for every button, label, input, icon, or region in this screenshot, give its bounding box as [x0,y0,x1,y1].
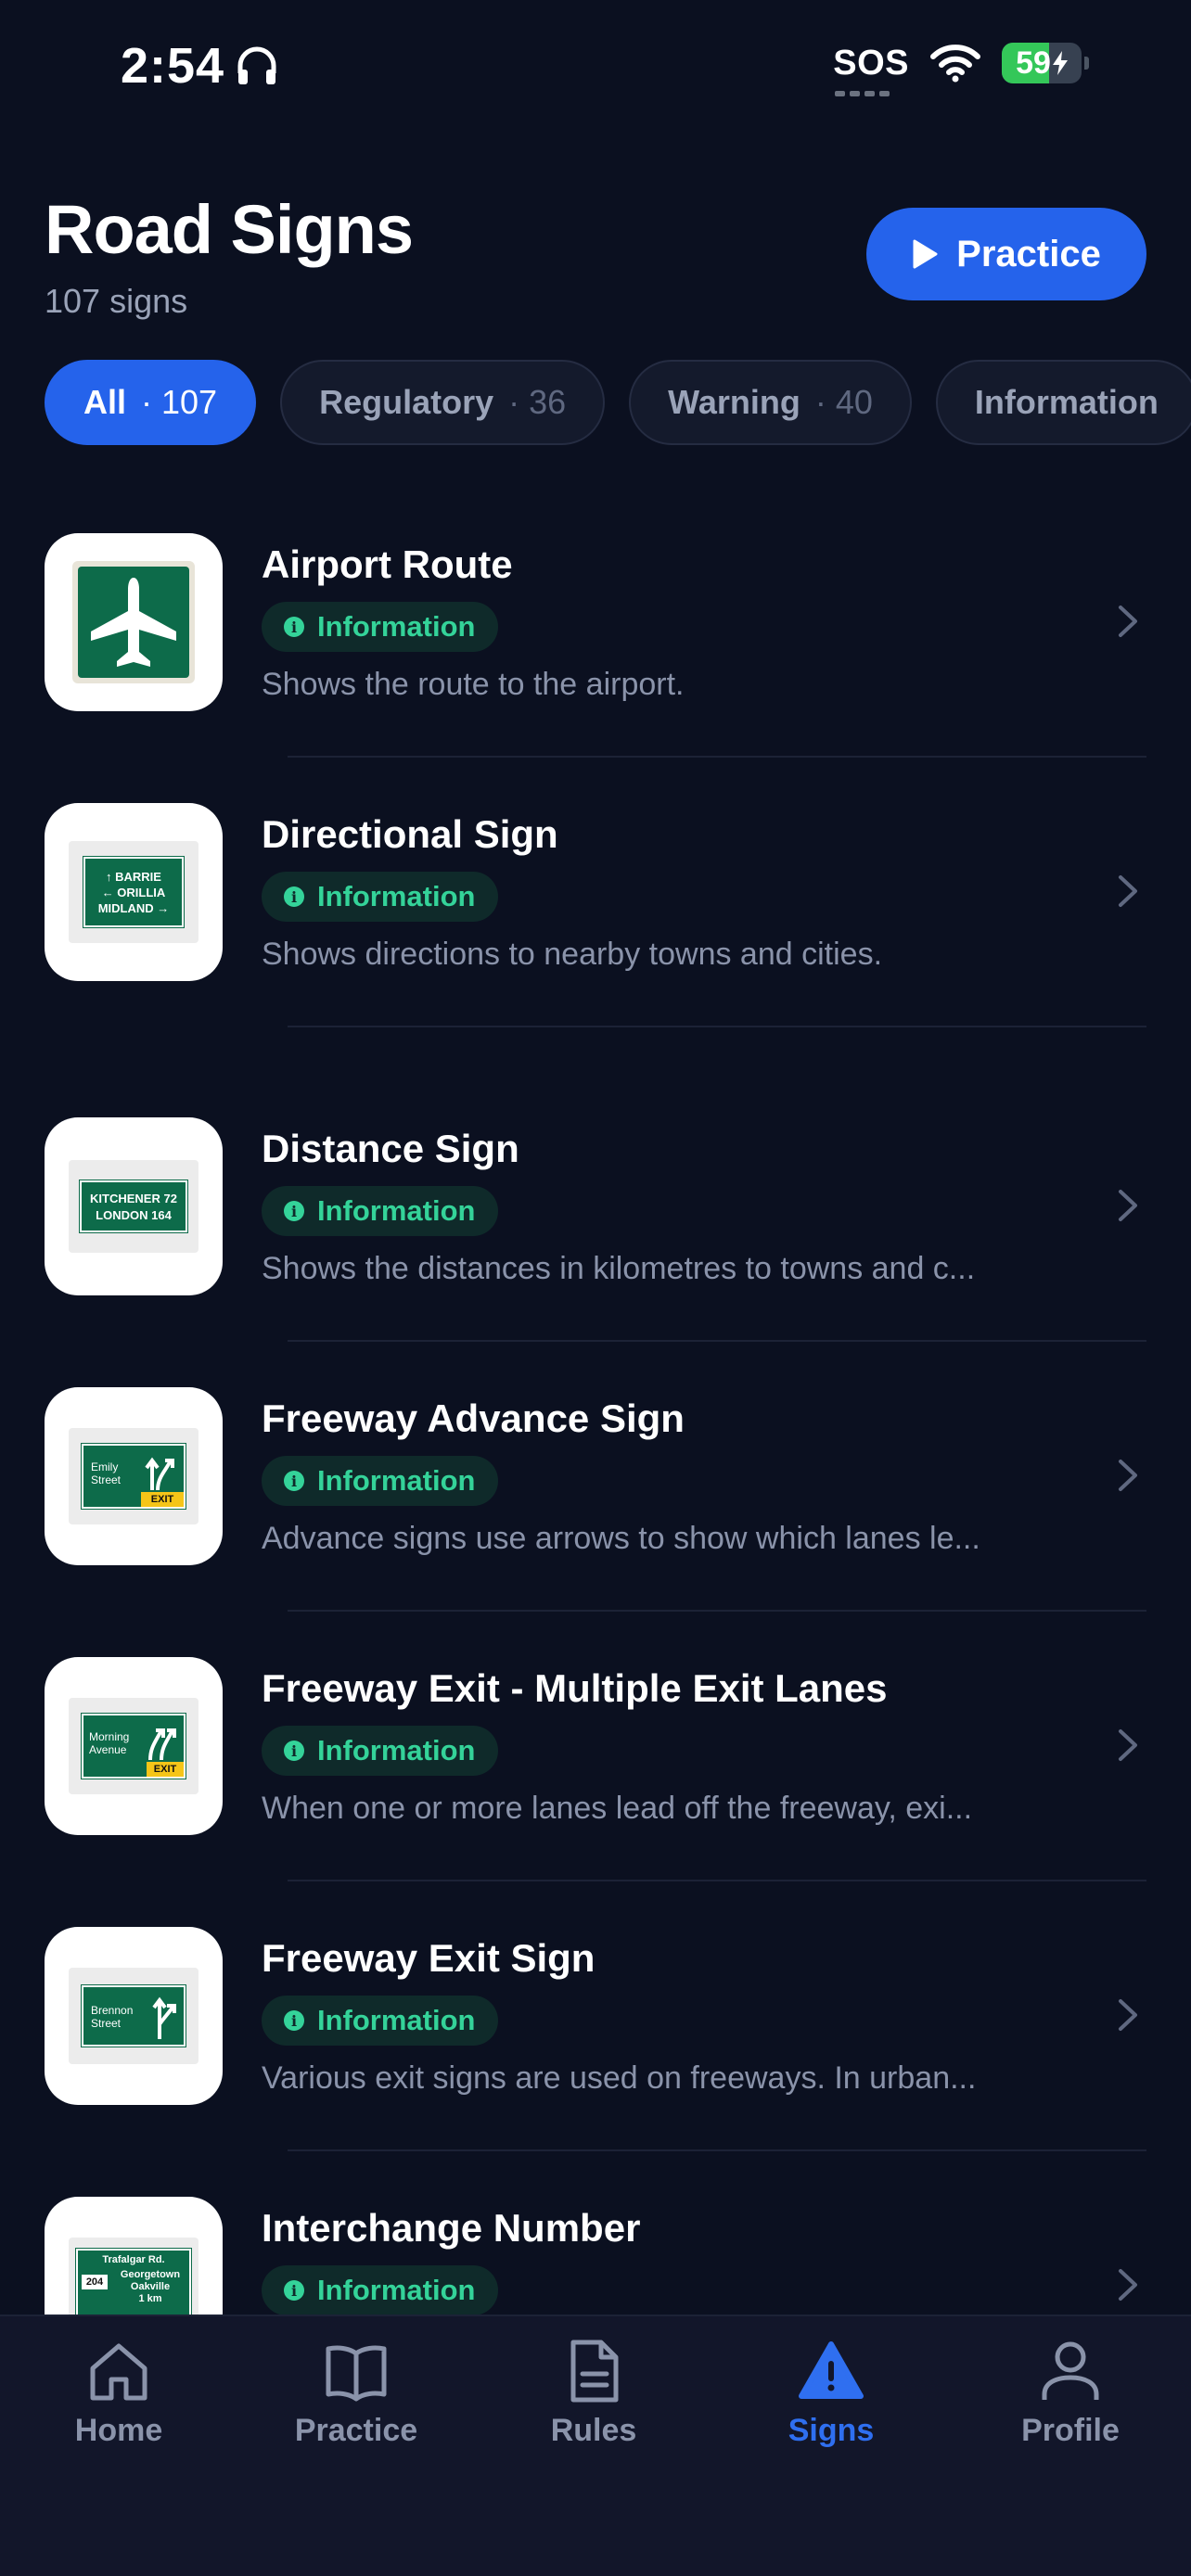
chevron-right-icon [1119,1460,1137,1491]
list-item[interactable]: Airport Route i Information Shows the ro… [0,533,1191,802]
chip-count: · 107 [141,383,218,421]
sign-description: Shows directions to nearby towns and cit… [262,937,883,972]
chevron-right-icon [1119,875,1137,907]
sign-thumbnail: Brennon Street [45,1927,223,2105]
sign-description: Advance signs use arrows to show which l… [262,1521,980,1556]
sign-description: Shows the route to the airport. [262,667,685,702]
filter-chip-regulatory[interactable]: Regulatory · 36 [280,360,606,445]
divider [288,756,1146,758]
filter-chip-information[interactable]: Information [935,360,1191,445]
freeway-advance-sign-icon: Emily Street EXIT [81,1443,186,1510]
sign-title: Freeway Exit - Multiple Exit Lanes [262,1666,888,1710]
battery-level: 59 [1016,45,1051,81]
info-icon: i [284,886,304,907]
book-icon [326,2345,387,2402]
practice-button[interactable]: Practice [866,208,1146,300]
divider [288,2149,1146,2151]
info-icon: i [284,617,304,637]
chip-count: · 36 [508,383,567,421]
info-icon: i [284,2280,304,2301]
charging-bolt-icon [1052,51,1068,75]
chevron-right-icon [1119,1190,1137,1221]
filter-chip-warning[interactable]: Warning · 40 [629,360,912,445]
list-item[interactable]: KITCHENER 72 LONDON 164 Distance Sign i … [0,1117,1191,1386]
divider [288,1880,1146,1881]
sign-title: Directional Sign [262,812,558,856]
sos-indicator: SOS [833,44,909,96]
divider [288,1026,1146,1027]
sign-title: Airport Route [262,542,513,586]
info-icon: i [284,2010,304,2031]
category-filter-bar: All · 107 Regulatory · 36 Warning · 40 I… [45,360,1191,445]
chip-count: · 40 [814,383,873,421]
headphones-icon [237,46,276,84]
category-badge: i Information [262,1726,498,1776]
chevron-right-icon [1119,2269,1137,2301]
tab-rules[interactable]: Rules [492,2339,696,2468]
list-item[interactable]: ↑ BARRIE ← ORILLIA MIDLAND → Directional… [0,803,1191,1072]
distance-sign-icon: KITCHENER 72 LONDON 164 [79,1180,188,1233]
warning-icon [799,2341,864,2399]
sign-description: When one or more lanes lead off the free… [262,1791,973,1826]
category-badge: i Information [262,2265,498,2315]
sign-thumbnail: KITCHENER 72 LONDON 164 [45,1117,223,1295]
sign-thumbnail: ↑ BARRIE ← ORILLIA MIDLAND → [45,803,223,981]
divider [288,1610,1146,1612]
airplane-sign-icon [72,561,195,683]
chevron-right-icon [1119,1999,1137,2031]
chevron-right-icon [1119,606,1137,637]
info-icon: i [284,1201,304,1221]
sign-thumbnail: Morning Avenue EXIT [45,1657,223,1835]
clock-text: 2:54 [121,38,225,94]
person-icon [1042,2341,1099,2400]
sign-thumbnail: Emily Street EXIT [45,1387,223,1565]
directional-sign-icon: ↑ BARRIE ← ORILLIA MIDLAND → [83,856,185,928]
category-badge: i Information [262,1186,498,1236]
sign-description: Shows the distances in kilometres to tow… [262,1251,976,1286]
battery-indicator: 59 [1002,43,1089,83]
wifi-icon [930,45,980,83]
play-icon [913,239,938,269]
sign-title: Freeway Advance Sign [262,1396,685,1440]
sign-count: 107 signs [45,282,188,320]
status-bar: 2:54 SOS 59 [0,0,1191,139]
document-icon [570,2340,619,2403]
interchange-number-sign-icon: Trafalgar Rd. 204 Georgetown Oakville 1 … [75,2248,192,2324]
info-icon: i [284,1471,304,1491]
filter-chip-all[interactable]: All · 107 [45,360,257,445]
tab-practice[interactable]: Practice [254,2339,458,2468]
tab-home[interactable]: Home [17,2339,221,2468]
tab-signs[interactable]: Signs [729,2339,933,2468]
tab-profile[interactable]: Profile [968,2339,1172,2468]
chevron-right-icon [1119,1729,1137,1761]
sign-thumbnail [45,533,223,711]
freeway-exit-sign-icon: Brennon Street [81,1984,186,2047]
sign-description: Various exit signs are used on freeways.… [262,2060,977,2096]
list-item[interactable]: Brennon Street Freeway Exit Sign i Infor… [0,1927,1191,2196]
status-time: 2:54 [121,37,278,95]
freeway-exit-multiple-sign-icon: Morning Avenue EXIT [81,1713,186,1779]
category-badge: i Information [262,1996,498,2046]
sign-title: Interchange Number [262,2206,641,2250]
info-icon: i [284,1741,304,1761]
category-badge: i Information [262,602,498,652]
sign-title: Freeway Exit Sign [262,1936,596,1980]
tab-bar: Home Practice Rules Signs Profile [0,2315,1191,2576]
status-indicators: SOS 59 [833,43,1089,96]
category-badge: i Information [262,872,498,922]
list-item[interactable]: Emily Street EXIT Freeway Advance Sign i… [0,1387,1191,1656]
list-item[interactable]: Morning Avenue EXIT Freeway Exit - Multi… [0,1657,1191,1926]
sign-title: Distance Sign [262,1127,519,1170]
page-title: Road Signs [45,191,414,268]
home-icon [90,2343,147,2401]
category-badge: i Information [262,1456,498,1506]
practice-button-label: Practice [956,233,1101,274]
divider [288,1340,1146,1342]
